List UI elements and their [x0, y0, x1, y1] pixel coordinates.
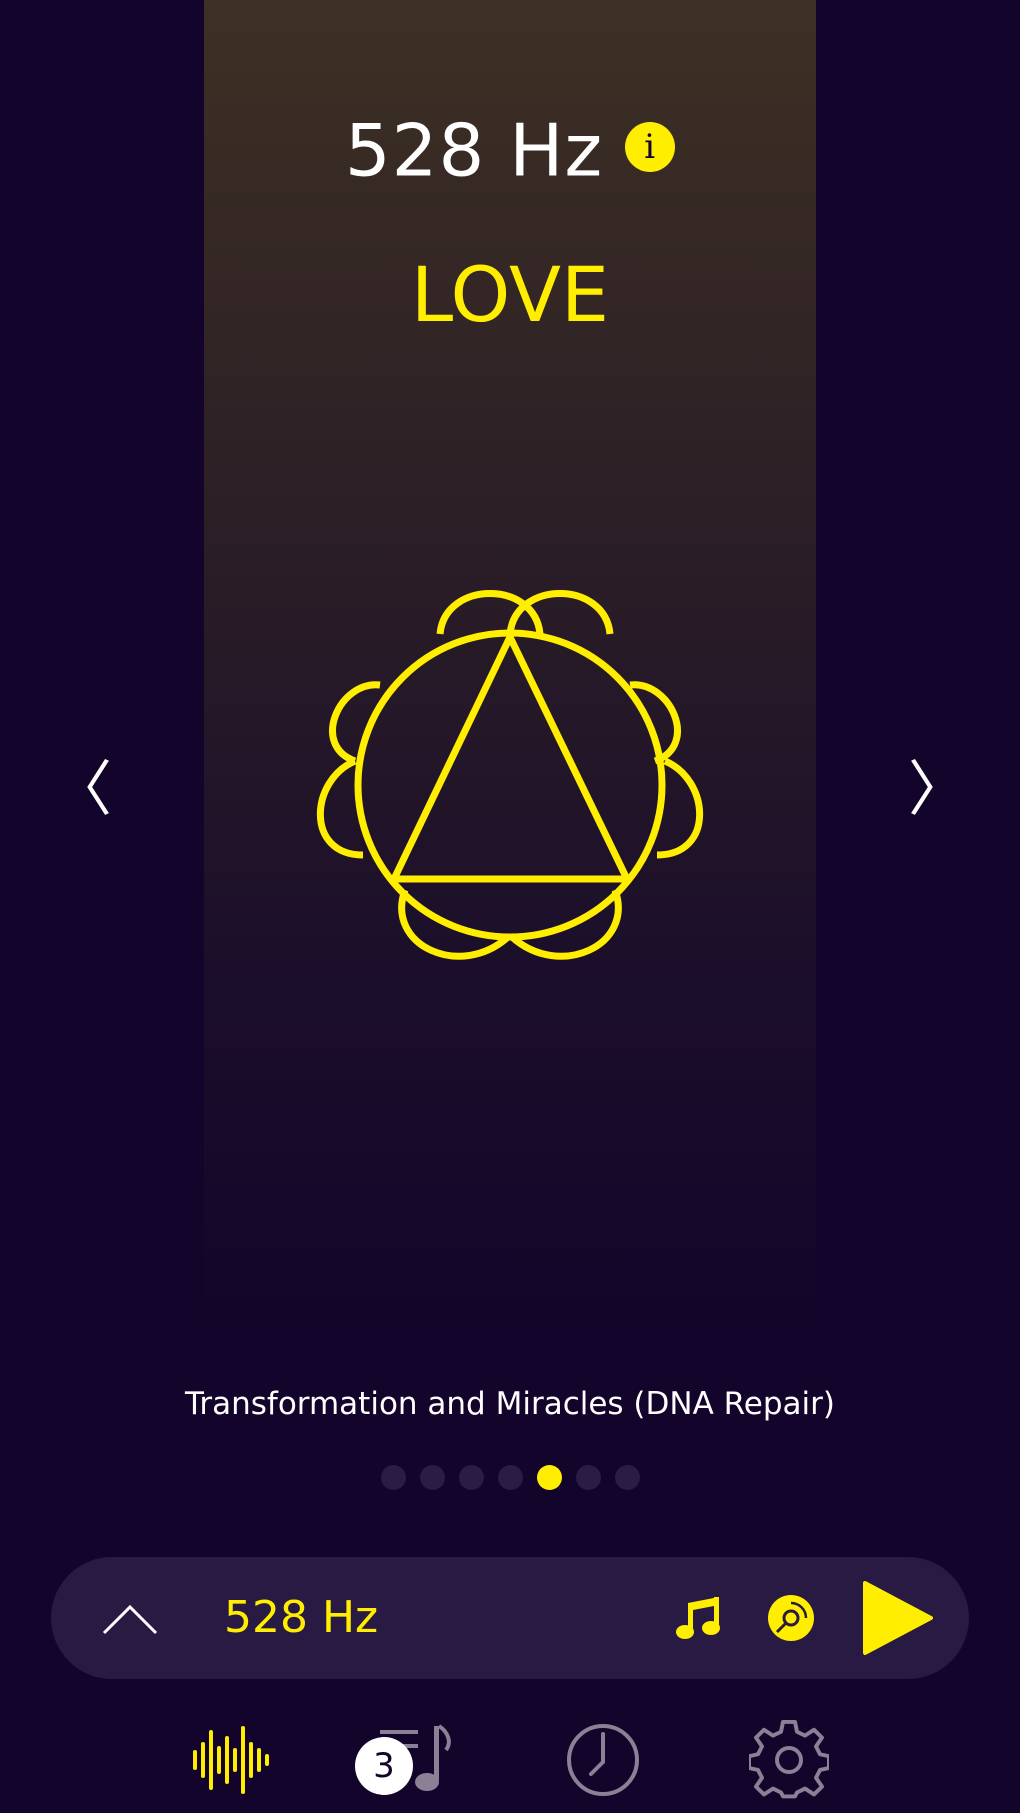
settings-tab-icon[interactable] — [749, 1720, 829, 1800]
frequency-description: Transformation and Miracles (DNA Repair) — [184, 1386, 835, 1422]
disc-icon[interactable] — [767, 1594, 815, 1642]
chakra-circle — [354, 629, 666, 941]
info-icon[interactable]: i — [625, 122, 676, 173]
page-dot-active[interactable] — [536, 1465, 562, 1490]
page-dot[interactable] — [497, 1465, 523, 1490]
frequencies-tab-icon[interactable] — [191, 1720, 271, 1800]
previous-arrow[interactable]: 〈 — [52, 755, 112, 825]
frequency-title: 528 Hz i — [0, 100, 1020, 195]
page-dot[interactable] — [458, 1465, 484, 1490]
mini-player[interactable]: 528 Hz — [51, 1557, 969, 1679]
player-title: 528 Hz — [224, 1592, 379, 1643]
music-note-icon[interactable] — [673, 1593, 723, 1643]
frequency-name: LOVE — [410, 250, 610, 339]
page-dot[interactable] — [380, 1465, 406, 1490]
next-arrow[interactable]: 〉 — [908, 755, 968, 825]
page-dot[interactable] — [419, 1465, 445, 1490]
page-indicator — [0, 1465, 1020, 1491]
play-icon[interactable] — [859, 1581, 933, 1655]
chakra-petal — [506, 590, 614, 635]
page-dot[interactable] — [614, 1465, 640, 1490]
page-dot[interactable] — [575, 1465, 601, 1490]
chakra-petal — [436, 590, 544, 635]
playlist-count-badge: 3 — [355, 1737, 413, 1795]
timer-tab-icon[interactable] — [563, 1720, 643, 1800]
frequency-label: 528 Hz — [344, 108, 604, 193]
chakra-triangle — [390, 633, 631, 883]
chevron-up-icon[interactable] — [99, 1587, 161, 1649]
solar-plexus-chakra-icon — [316, 590, 704, 960]
bottom-tab-bar — [0, 1712, 1020, 1813]
